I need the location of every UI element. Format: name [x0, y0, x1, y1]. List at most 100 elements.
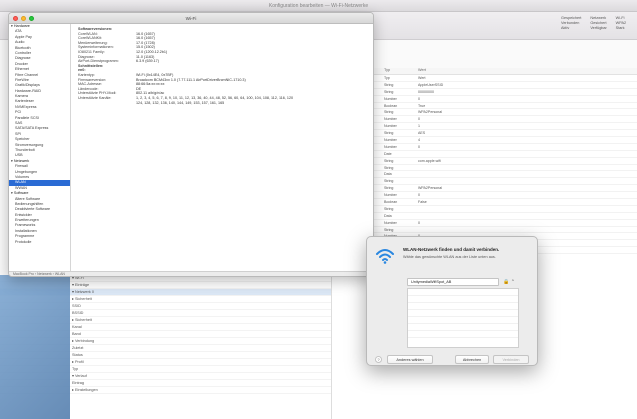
table-row[interactable]: Number 1 — [332, 123, 637, 131]
table-row[interactable]: String — [332, 178, 637, 186]
table-cell: WPA2Personal — [418, 110, 443, 115]
table-row[interactable]: String — [332, 206, 637, 213]
table-row[interactable]: Number 0 — [332, 116, 637, 124]
table-cell: AES — [418, 131, 426, 136]
system-information-window: Wi-Fi ▾ Hardware ATA Apple Pay Audio Bluetoo… — [8, 12, 374, 277]
table-cell: Data — [384, 213, 392, 218]
table-row[interactable]: Number 0 — [332, 220, 637, 227]
table-cell: com.apple.wifi — [418, 158, 441, 163]
table-row[interactable]: Number 0 — [332, 96, 637, 103]
join-button[interactable]: Verbinden — [493, 355, 529, 364]
table-cell: 0 — [418, 193, 420, 198]
lock-icon: 🔒 — [503, 279, 510, 285]
table-cell: 00000000 — [418, 89, 434, 94]
detail-key — [78, 101, 136, 106]
table-row[interactable]: String WPA2Personal — [332, 109, 637, 117]
list-item[interactable] — [408, 324, 518, 331]
table-cell — [418, 171, 637, 177]
table-row[interactable]: String AppleUserSSID — [332, 82, 637, 89]
sys-breadcrumb: MacBook Pro › Netzwerk › WLAN — [9, 271, 373, 276]
signal-strength-icon: ◔ — [511, 278, 515, 284]
table-cell — [418, 227, 637, 233]
choose-other-network-button[interactable]: Anderes wählen — [387, 355, 433, 364]
toolbar-info-item: Verbunden — [561, 21, 580, 25]
table-cell: Wert — [418, 76, 426, 80]
table-cell: String — [384, 227, 394, 232]
table-row[interactable]: Number 4 — [332, 137, 637, 144]
table-row[interactable]: Boolean True — [332, 103, 637, 110]
toolbar-info-item: Wi-Fi — [615, 16, 625, 20]
table-cell: 0 — [418, 144, 420, 149]
table-row[interactable]: String 00000000 — [332, 89, 637, 96]
table-cell: Number — [384, 96, 397, 101]
column-type-header[interactable]: Typ — [384, 68, 418, 74]
table-cell: Number — [384, 220, 397, 225]
table-cell: String — [384, 82, 394, 87]
table-cell: Number — [384, 193, 397, 198]
cancel-button[interactable]: Abbrechen — [455, 355, 489, 364]
detail-value: 6.3.9 (639.17) — [136, 59, 159, 64]
table-row[interactable]: String com.apple.wifi — [332, 158, 637, 165]
column-value-header[interactable]: Wert — [418, 68, 637, 74]
close-window-button[interactable] — [13, 16, 18, 21]
table-row[interactable]: EintragTypWert — [332, 75, 637, 82]
desktop-wallpaper-strip — [0, 275, 70, 419]
table-row[interactable]: String AES — [332, 130, 637, 138]
table-cell — [418, 151, 637, 157]
table-cell: Number — [384, 138, 397, 143]
sys-sidebar[interactable]: ▾ Hardware ATA Apple Pay Audio Bluetooth Cont… — [9, 24, 71, 274]
zoom-window-button[interactable] — [29, 16, 34, 21]
minimize-window-button[interactable] — [21, 16, 26, 21]
table-cell: String — [384, 179, 394, 184]
list-item[interactable] — [408, 289, 518, 296]
detail-row: 124, 128, 132, 136, 140, 144, 149, 153, … — [78, 101, 367, 106]
sys-titlebar[interactable]: Wi-Fi — [9, 13, 373, 24]
list-item[interactable] — [408, 317, 518, 324]
table-row[interactable]: Data — [332, 171, 637, 179]
table-cell: Number — [384, 117, 397, 122]
table-cell: String — [384, 206, 394, 211]
sys-detail-pane: Softwareversionen: CoreWLAN: 16.0 (1657) Co… — [72, 24, 373, 274]
toolbar-info-grid: Gespeichert Netzwerk Wi-Fi Verbunden Gesiche… — [561, 16, 631, 30]
table-cell: False — [418, 200, 427, 205]
list-item[interactable] — [408, 331, 518, 338]
table-cell: String — [384, 110, 394, 115]
help-button[interactable]: ? — [375, 356, 382, 363]
toolbar-info-item: Stark — [615, 26, 625, 30]
list-item[interactable] — [408, 310, 518, 317]
toolbar-info-item: Gesichert — [590, 21, 607, 25]
sidebar-item[interactable]: Protokolle — [9, 240, 70, 245]
table-cell: String — [384, 186, 394, 191]
table-row[interactable]: String — [332, 165, 637, 172]
table-cell: AppleUserSSID — [418, 82, 444, 87]
table-cell: WPA2Personal — [418, 186, 443, 191]
table-row[interactable]: String — [332, 227, 637, 234]
selected-network-row[interactable]: UnitymediaWifiSpot_AB — [407, 278, 499, 286]
table-cell: 0 — [418, 117, 420, 122]
table-cell: 0 — [418, 96, 420, 101]
wifi-dialog-subtitle: Wähle das gewünschte WLAN aus der Liste … — [403, 255, 496, 259]
table-cell — [418, 178, 637, 184]
network-list[interactable] — [407, 288, 519, 348]
list-item[interactable] — [408, 296, 518, 303]
toolbar-info-item: Verfügbar — [590, 26, 607, 30]
window-controls — [13, 16, 34, 21]
table-cell: Typ — [384, 76, 390, 80]
table-row[interactable]: Boolean False — [332, 199, 637, 206]
table-cell — [418, 165, 637, 171]
table-cell — [418, 206, 637, 212]
wifi-icon — [376, 249, 394, 264]
table-row[interactable]: Date — [332, 151, 637, 158]
table-cell: Number — [384, 144, 397, 149]
sys-window-title: Wi-Fi — [185, 15, 197, 21]
list-item[interactable] — [408, 303, 518, 310]
table-row[interactable]: String WPA2Personal — [332, 185, 637, 193]
table-row[interactable]: Data — [332, 213, 637, 220]
toolbar-info-item: Aktiv — [561, 26, 570, 30]
table-row[interactable]: Number 0 — [332, 192, 637, 200]
detail-value: 124, 128, 132, 136, 140, 144, 149, 153, … — [136, 100, 225, 105]
wifi-join-dialog: WLAN-Netzwerk finden und damit verbinden… — [366, 236, 538, 366]
table-cell — [418, 213, 637, 219]
table-row[interactable]: Number 0 — [332, 144, 637, 151]
background-window-title: Konfiguration bearbeiten — Wi-Fi-Netzwer… — [268, 2, 369, 9]
